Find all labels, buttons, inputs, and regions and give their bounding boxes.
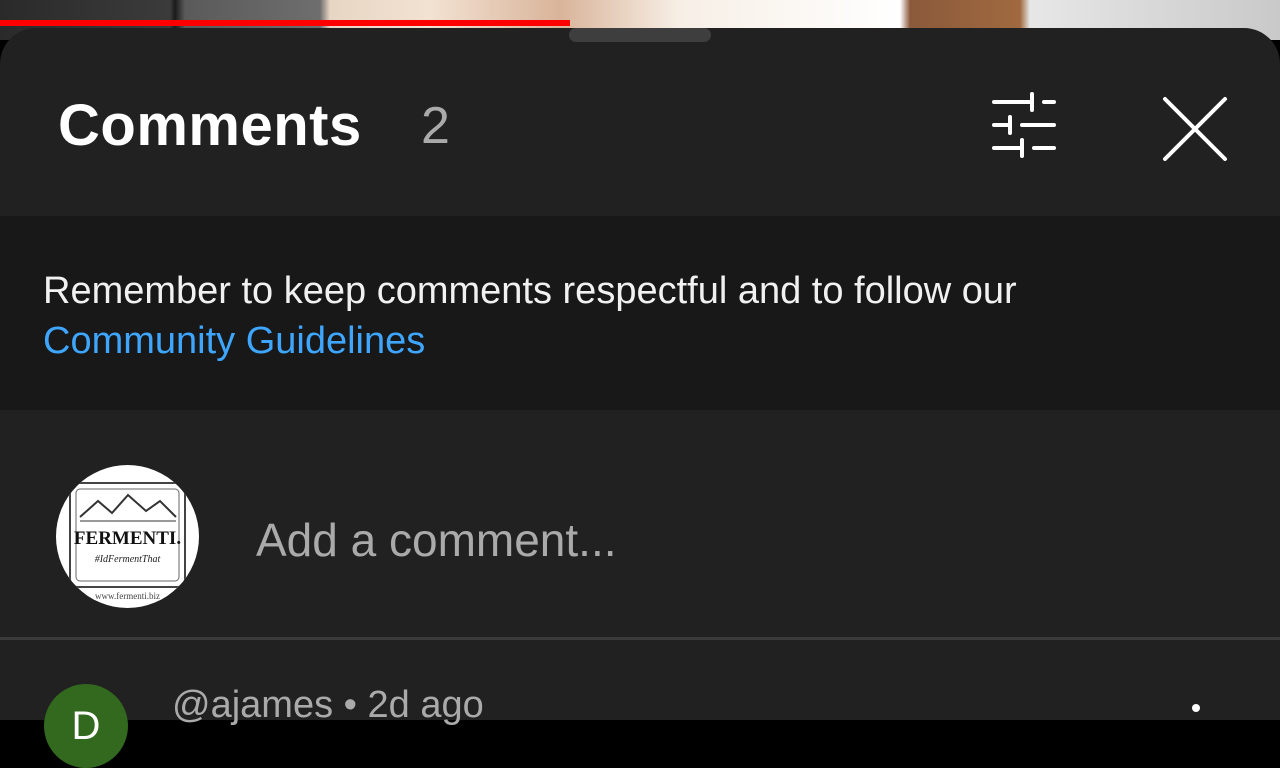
drag-handle[interactable] bbox=[569, 28, 711, 42]
avatar-brand-text: FERMENTI. bbox=[74, 528, 181, 549]
filter-button[interactable] bbox=[986, 92, 1062, 162]
close-button[interactable] bbox=[1158, 92, 1232, 166]
fermenti-logo-icon: FERMENTI. #IdFermentThat www.fermenti.bi… bbox=[69, 482, 186, 601]
more-vert-icon bbox=[1192, 704, 1200, 712]
guidelines-text: Remember to keep comments respectful and… bbox=[43, 270, 1017, 312]
comments-count: 2 bbox=[421, 97, 450, 155]
comment-meta: @ajames • 2d ago bbox=[172, 684, 484, 727]
comments-title: Comments bbox=[58, 93, 362, 158]
comment-more-button[interactable] bbox=[1178, 690, 1214, 726]
community-guidelines-link[interactable]: Community Guidelines bbox=[43, 320, 425, 362]
guidelines-notice-text: Remember to keep comments respectful and… bbox=[43, 266, 1143, 366]
close-icon bbox=[1163, 97, 1227, 161]
video-progress-bar[interactable] bbox=[0, 20, 570, 26]
comment-user-avatar[interactable]: D bbox=[44, 684, 128, 768]
avatar-tagline-text: #IdFermentThat bbox=[95, 554, 161, 565]
add-comment-input[interactable] bbox=[256, 508, 1156, 572]
filter-sliders-icon bbox=[992, 92, 1056, 158]
avatar[interactable]: FERMENTI. #IdFermentThat www.fermenti.bi… bbox=[56, 465, 199, 608]
avatar-url-text: www.fermenti.biz bbox=[95, 591, 160, 601]
